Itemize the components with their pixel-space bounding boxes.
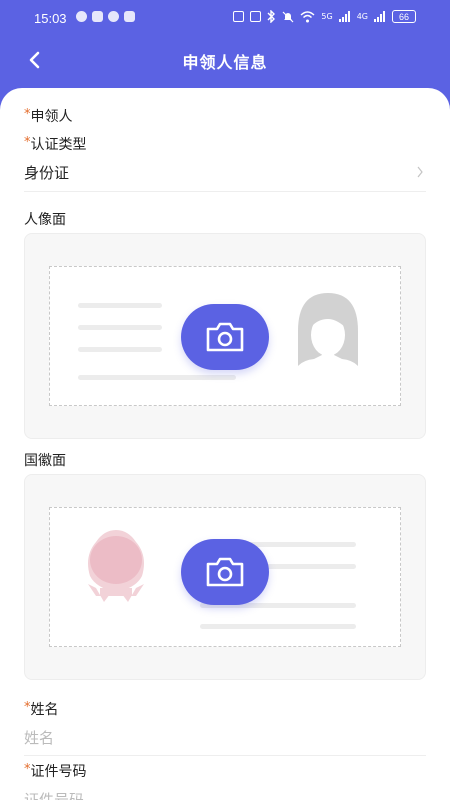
id-number-label: *证件号码 xyxy=(24,761,87,781)
emblem-upload-card[interactable] xyxy=(24,474,426,680)
app-notification-icon xyxy=(92,11,103,22)
placeholder-line xyxy=(78,325,162,330)
camera-icon xyxy=(206,322,244,352)
placeholder-line xyxy=(78,347,162,352)
alarm-icon xyxy=(250,11,262,22)
portrait-upload-card[interactable] xyxy=(24,233,426,439)
cert-type-select[interactable]: 身份证 xyxy=(24,160,426,192)
name-label-text: 姓名 xyxy=(30,702,59,718)
name-label: *姓名 xyxy=(24,699,59,719)
applicant-label-text: 申领人 xyxy=(30,109,73,125)
mute-icon xyxy=(282,11,294,22)
message-icon xyxy=(108,11,119,22)
app-notification-icon-2 xyxy=(124,11,135,22)
form-container: *申领人 *认证类型 身份证 人像面 国徽面 *姓名 姓名 *证件号码 证件号码 xyxy=(0,88,450,800)
placeholder-line xyxy=(78,303,162,308)
wifi-icon xyxy=(300,10,315,22)
required-mark: * xyxy=(24,762,31,777)
placeholder-line xyxy=(78,375,236,380)
id-number-input[interactable] xyxy=(24,784,426,800)
system-status-icons: 5G 4G 66 xyxy=(233,10,416,23)
id-number-label-text: 证件号码 xyxy=(30,764,87,780)
battery-icon: 66 xyxy=(392,10,416,23)
chevron-right-icon xyxy=(417,166,423,178)
required-mark: * xyxy=(24,700,31,715)
notification-icon xyxy=(76,11,87,22)
cert-type-label: *认证类型 xyxy=(24,134,87,154)
required-mark: * xyxy=(24,135,31,150)
status-bar: 15:03 5G 4G 66 xyxy=(0,0,450,36)
required-mark: * xyxy=(24,107,31,122)
portrait-camera-button[interactable] xyxy=(181,304,269,370)
network-type-label: 5G xyxy=(321,12,333,21)
name-input[interactable] xyxy=(24,722,426,754)
cert-type-value: 身份证 xyxy=(24,164,70,182)
emblem-camera-button[interactable] xyxy=(181,539,269,605)
name-field[interactable] xyxy=(24,722,426,756)
emblem-side-label: 国徽面 xyxy=(24,453,66,469)
cert-type-label-text: 认证类型 xyxy=(30,137,87,153)
applicant-label: *申领人 xyxy=(24,106,73,126)
signal-icon-2 xyxy=(374,11,385,22)
portrait-side-label: 人像面 xyxy=(24,212,66,228)
nfc-icon xyxy=(233,11,245,22)
id-number-field[interactable] xyxy=(24,784,426,800)
status-time: 15:03 xyxy=(34,11,67,26)
camera-icon xyxy=(206,557,244,587)
placeholder-line xyxy=(200,624,356,629)
bluetooth-icon xyxy=(267,10,276,23)
page-title: 申领人信息 xyxy=(182,53,268,72)
signal-icon xyxy=(338,11,350,22)
notification-icons xyxy=(76,11,135,22)
avatar-silhouette-icon xyxy=(290,289,366,381)
emblem-icon xyxy=(88,530,144,602)
network-type-label-2: 4G xyxy=(356,12,368,21)
